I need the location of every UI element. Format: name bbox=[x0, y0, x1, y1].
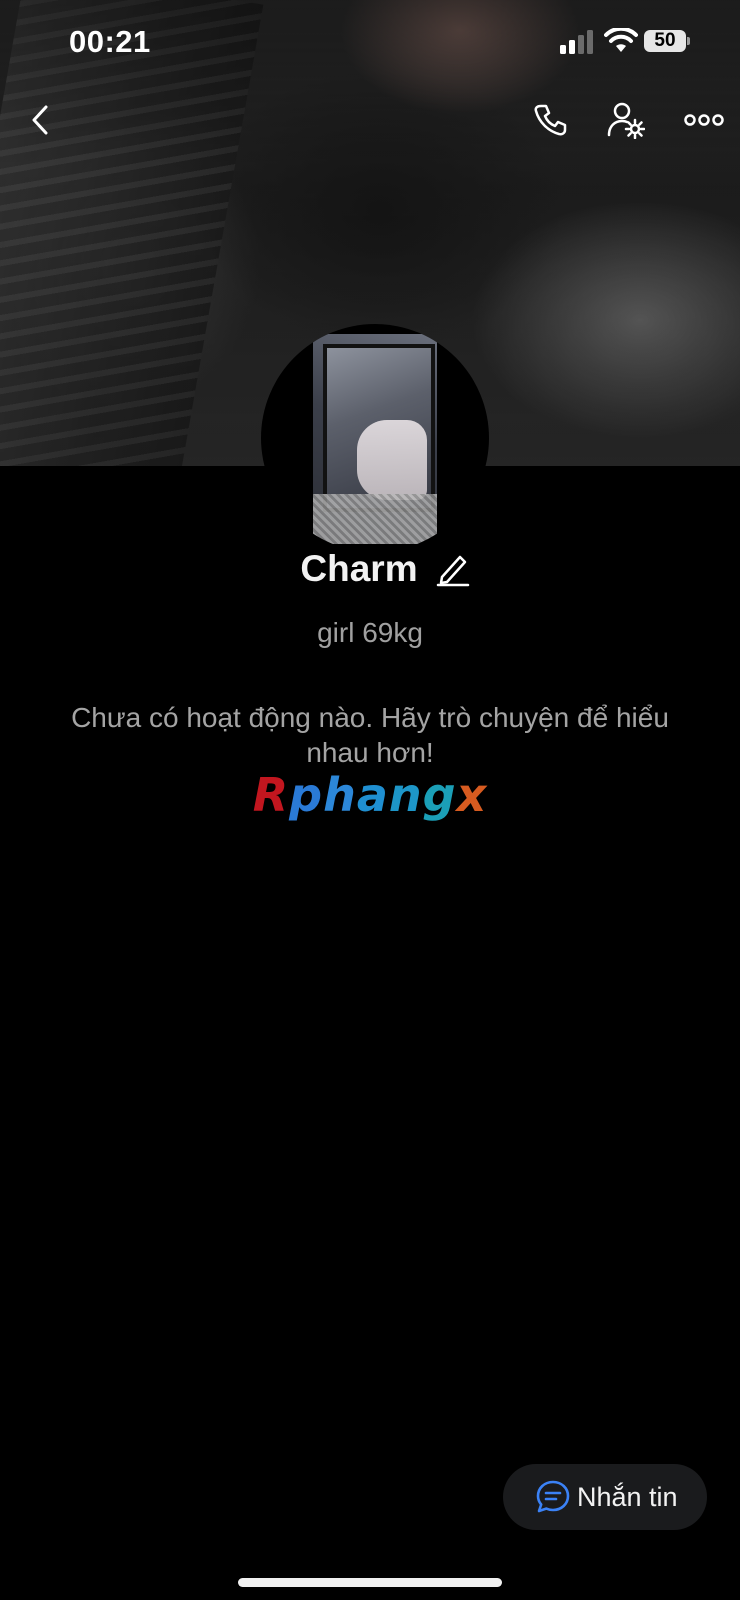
send-message-label: Nhắn tin bbox=[577, 1481, 678, 1512]
cellular-signal-icon bbox=[560, 30, 593, 54]
avatar-floor bbox=[313, 494, 437, 544]
status-bar: 00:21 50 bbox=[0, 0, 740, 84]
phone-icon bbox=[534, 104, 567, 136]
watermark-letter: x bbox=[456, 768, 488, 822]
battery-icon: 50 bbox=[644, 30, 690, 52]
avatar[interactable] bbox=[261, 324, 489, 552]
name-row: Charm bbox=[0, 548, 740, 590]
watermark-logo: Rphangx bbox=[0, 768, 740, 822]
profile-name: Charm bbox=[300, 548, 418, 589]
pencil-icon[interactable] bbox=[436, 551, 470, 587]
more-icon bbox=[684, 114, 724, 126]
watermark-letter: R bbox=[252, 768, 290, 822]
battery-tip bbox=[687, 37, 690, 45]
user-gear-icon bbox=[607, 102, 645, 139]
watermark-letter: h bbox=[323, 768, 357, 822]
watermark-letter: g bbox=[422, 768, 457, 822]
watermark-letter: p bbox=[289, 768, 324, 822]
home-indicator[interactable] bbox=[238, 1578, 502, 1587]
empty-activity-message: Chưa có hoạt động nào. Hãy trò chuyện để… bbox=[71, 702, 669, 768]
profile-bio: girl 69kg bbox=[317, 617, 423, 648]
send-message-button[interactable]: Nhắn tin bbox=[503, 1464, 707, 1530]
battery-level: 50 bbox=[644, 30, 686, 52]
chevron-left-icon bbox=[32, 105, 48, 135]
profile-settings-button[interactable] bbox=[606, 100, 646, 140]
watermark-letter: a bbox=[356, 768, 389, 822]
call-button[interactable] bbox=[530, 100, 570, 140]
status-time: 00:21 bbox=[69, 24, 151, 59]
wifi-icon bbox=[604, 28, 638, 52]
back-button[interactable] bbox=[20, 100, 60, 140]
chat-bubble-icon bbox=[536, 1480, 570, 1513]
watermark-letter: n bbox=[388, 768, 423, 822]
avatar-figure bbox=[357, 420, 427, 500]
more-button[interactable] bbox=[682, 100, 726, 140]
